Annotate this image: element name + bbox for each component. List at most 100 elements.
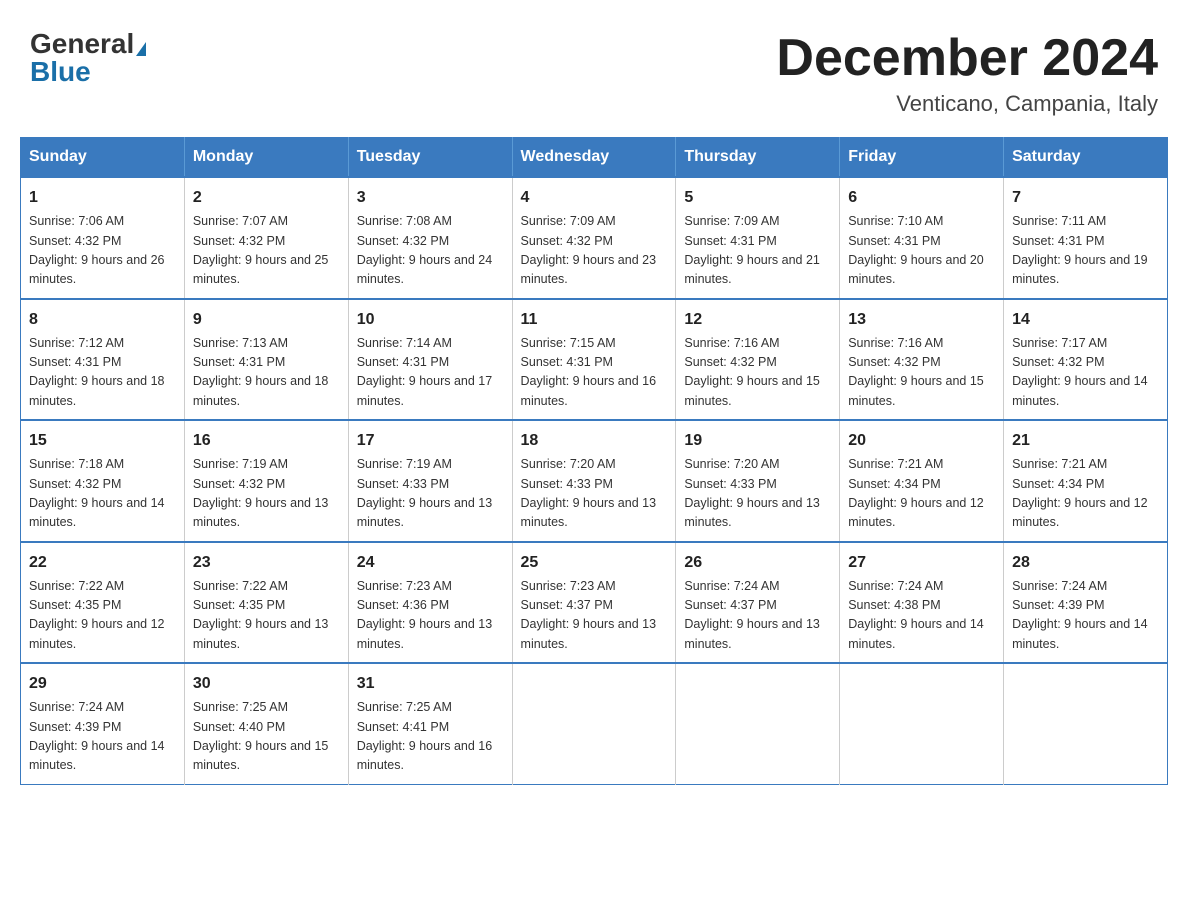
day-number: 29 bbox=[29, 672, 176, 696]
calendar-cell: 17 Sunrise: 7:19 AM Sunset: 4:33 PM Dayl… bbox=[348, 420, 512, 542]
calendar-cell: 3 Sunrise: 7:08 AM Sunset: 4:32 PM Dayli… bbox=[348, 177, 512, 299]
calendar-cell: 12 Sunrise: 7:16 AM Sunset: 4:32 PM Dayl… bbox=[676, 299, 840, 421]
calendar-cell: 26 Sunrise: 7:24 AM Sunset: 4:37 PM Dayl… bbox=[676, 542, 840, 664]
calendar-cell: 9 Sunrise: 7:13 AM Sunset: 4:31 PM Dayli… bbox=[184, 299, 348, 421]
weekday-header-row: SundayMondayTuesdayWednesdayThursdayFrid… bbox=[21, 138, 1168, 178]
day-number: 7 bbox=[1012, 186, 1159, 210]
day-number: 8 bbox=[29, 308, 176, 332]
day-info: Sunrise: 7:10 AM Sunset: 4:31 PM Dayligh… bbox=[848, 212, 995, 290]
calendar-cell: 30 Sunrise: 7:25 AM Sunset: 4:40 PM Dayl… bbox=[184, 663, 348, 784]
day-number: 24 bbox=[357, 551, 504, 575]
calendar-cell bbox=[840, 663, 1004, 784]
month-title: December 2024 bbox=[776, 30, 1158, 87]
logo-triangle-icon bbox=[136, 42, 146, 56]
day-info: Sunrise: 7:20 AM Sunset: 4:33 PM Dayligh… bbox=[684, 455, 831, 533]
day-info: Sunrise: 7:12 AM Sunset: 4:31 PM Dayligh… bbox=[29, 334, 176, 412]
day-number: 27 bbox=[848, 551, 995, 575]
day-number: 13 bbox=[848, 308, 995, 332]
day-number: 22 bbox=[29, 551, 176, 575]
day-number: 23 bbox=[193, 551, 340, 575]
calendar-cell: 31 Sunrise: 7:25 AM Sunset: 4:41 PM Dayl… bbox=[348, 663, 512, 784]
day-info: Sunrise: 7:25 AM Sunset: 4:41 PM Dayligh… bbox=[357, 698, 504, 776]
day-number: 9 bbox=[193, 308, 340, 332]
weekday-header-thursday: Thursday bbox=[676, 138, 840, 178]
day-info: Sunrise: 7:21 AM Sunset: 4:34 PM Dayligh… bbox=[848, 455, 995, 533]
day-info: Sunrise: 7:16 AM Sunset: 4:32 PM Dayligh… bbox=[848, 334, 995, 412]
day-number: 12 bbox=[684, 308, 831, 332]
calendar-cell: 15 Sunrise: 7:18 AM Sunset: 4:32 PM Dayl… bbox=[21, 420, 185, 542]
logo-top: General bbox=[30, 30, 146, 58]
weekday-header-tuesday: Tuesday bbox=[348, 138, 512, 178]
day-info: Sunrise: 7:23 AM Sunset: 4:36 PM Dayligh… bbox=[357, 577, 504, 655]
calendar-cell bbox=[1004, 663, 1168, 784]
week-row-1: 1 Sunrise: 7:06 AM Sunset: 4:32 PM Dayli… bbox=[21, 177, 1168, 299]
week-row-5: 29 Sunrise: 7:24 AM Sunset: 4:39 PM Dayl… bbox=[21, 663, 1168, 784]
day-info: Sunrise: 7:24 AM Sunset: 4:39 PM Dayligh… bbox=[29, 698, 176, 776]
calendar-cell: 16 Sunrise: 7:19 AM Sunset: 4:32 PM Dayl… bbox=[184, 420, 348, 542]
day-number: 4 bbox=[521, 186, 668, 210]
day-info: Sunrise: 7:08 AM Sunset: 4:32 PM Dayligh… bbox=[357, 212, 504, 290]
day-number: 26 bbox=[684, 551, 831, 575]
day-info: Sunrise: 7:13 AM Sunset: 4:31 PM Dayligh… bbox=[193, 334, 340, 412]
page-header: General Blue December 2024 Venticano, Ca… bbox=[20, 20, 1168, 117]
day-info: Sunrise: 7:09 AM Sunset: 4:32 PM Dayligh… bbox=[521, 212, 668, 290]
day-info: Sunrise: 7:06 AM Sunset: 4:32 PM Dayligh… bbox=[29, 212, 176, 290]
day-info: Sunrise: 7:17 AM Sunset: 4:32 PM Dayligh… bbox=[1012, 334, 1159, 412]
calendar-cell: 5 Sunrise: 7:09 AM Sunset: 4:31 PM Dayli… bbox=[676, 177, 840, 299]
calendar-cell: 2 Sunrise: 7:07 AM Sunset: 4:32 PM Dayli… bbox=[184, 177, 348, 299]
calendar-cell: 24 Sunrise: 7:23 AM Sunset: 4:36 PM Dayl… bbox=[348, 542, 512, 664]
day-number: 21 bbox=[1012, 429, 1159, 453]
location-text: Venticano, Campania, Italy bbox=[776, 91, 1158, 117]
week-row-3: 15 Sunrise: 7:18 AM Sunset: 4:32 PM Dayl… bbox=[21, 420, 1168, 542]
day-info: Sunrise: 7:21 AM Sunset: 4:34 PM Dayligh… bbox=[1012, 455, 1159, 533]
title-section: December 2024 Venticano, Campania, Italy bbox=[776, 30, 1158, 117]
calendar-cell: 10 Sunrise: 7:14 AM Sunset: 4:31 PM Dayl… bbox=[348, 299, 512, 421]
calendar-cell: 22 Sunrise: 7:22 AM Sunset: 4:35 PM Dayl… bbox=[21, 542, 185, 664]
day-number: 20 bbox=[848, 429, 995, 453]
day-info: Sunrise: 7:11 AM Sunset: 4:31 PM Dayligh… bbox=[1012, 212, 1159, 290]
calendar-cell: 18 Sunrise: 7:20 AM Sunset: 4:33 PM Dayl… bbox=[512, 420, 676, 542]
calendar-cell: 28 Sunrise: 7:24 AM Sunset: 4:39 PM Dayl… bbox=[1004, 542, 1168, 664]
weekday-header-monday: Monday bbox=[184, 138, 348, 178]
day-number: 5 bbox=[684, 186, 831, 210]
calendar-cell: 8 Sunrise: 7:12 AM Sunset: 4:31 PM Dayli… bbox=[21, 299, 185, 421]
day-info: Sunrise: 7:24 AM Sunset: 4:37 PM Dayligh… bbox=[684, 577, 831, 655]
day-number: 14 bbox=[1012, 308, 1159, 332]
day-info: Sunrise: 7:14 AM Sunset: 4:31 PM Dayligh… bbox=[357, 334, 504, 412]
day-number: 30 bbox=[193, 672, 340, 696]
day-number: 18 bbox=[521, 429, 668, 453]
day-info: Sunrise: 7:23 AM Sunset: 4:37 PM Dayligh… bbox=[521, 577, 668, 655]
calendar-cell: 7 Sunrise: 7:11 AM Sunset: 4:31 PM Dayli… bbox=[1004, 177, 1168, 299]
day-info: Sunrise: 7:20 AM Sunset: 4:33 PM Dayligh… bbox=[521, 455, 668, 533]
logo-general-text: General bbox=[30, 28, 134, 59]
calendar-cell: 4 Sunrise: 7:09 AM Sunset: 4:32 PM Dayli… bbox=[512, 177, 676, 299]
day-number: 15 bbox=[29, 429, 176, 453]
week-row-2: 8 Sunrise: 7:12 AM Sunset: 4:31 PM Dayli… bbox=[21, 299, 1168, 421]
day-number: 10 bbox=[357, 308, 504, 332]
day-info: Sunrise: 7:22 AM Sunset: 4:35 PM Dayligh… bbox=[193, 577, 340, 655]
day-number: 6 bbox=[848, 186, 995, 210]
weekday-header-friday: Friday bbox=[840, 138, 1004, 178]
day-number: 17 bbox=[357, 429, 504, 453]
day-number: 2 bbox=[193, 186, 340, 210]
calendar-cell: 14 Sunrise: 7:17 AM Sunset: 4:32 PM Dayl… bbox=[1004, 299, 1168, 421]
calendar-cell: 29 Sunrise: 7:24 AM Sunset: 4:39 PM Dayl… bbox=[21, 663, 185, 784]
weekday-header-saturday: Saturday bbox=[1004, 138, 1168, 178]
day-info: Sunrise: 7:19 AM Sunset: 4:32 PM Dayligh… bbox=[193, 455, 340, 533]
day-info: Sunrise: 7:19 AM Sunset: 4:33 PM Dayligh… bbox=[357, 455, 504, 533]
calendar-cell: 1 Sunrise: 7:06 AM Sunset: 4:32 PM Dayli… bbox=[21, 177, 185, 299]
calendar-cell: 23 Sunrise: 7:22 AM Sunset: 4:35 PM Dayl… bbox=[184, 542, 348, 664]
logo: General Blue bbox=[30, 30, 146, 86]
calendar-cell: 13 Sunrise: 7:16 AM Sunset: 4:32 PM Dayl… bbox=[840, 299, 1004, 421]
calendar-cell: 21 Sunrise: 7:21 AM Sunset: 4:34 PM Dayl… bbox=[1004, 420, 1168, 542]
day-number: 1 bbox=[29, 186, 176, 210]
calendar-cell: 6 Sunrise: 7:10 AM Sunset: 4:31 PM Dayli… bbox=[840, 177, 1004, 299]
day-info: Sunrise: 7:22 AM Sunset: 4:35 PM Dayligh… bbox=[29, 577, 176, 655]
day-number: 19 bbox=[684, 429, 831, 453]
day-info: Sunrise: 7:15 AM Sunset: 4:31 PM Dayligh… bbox=[521, 334, 668, 412]
day-info: Sunrise: 7:07 AM Sunset: 4:32 PM Dayligh… bbox=[193, 212, 340, 290]
calendar-cell: 20 Sunrise: 7:21 AM Sunset: 4:34 PM Dayl… bbox=[840, 420, 1004, 542]
day-info: Sunrise: 7:09 AM Sunset: 4:31 PM Dayligh… bbox=[684, 212, 831, 290]
calendar-cell: 11 Sunrise: 7:15 AM Sunset: 4:31 PM Dayl… bbox=[512, 299, 676, 421]
day-number: 31 bbox=[357, 672, 504, 696]
